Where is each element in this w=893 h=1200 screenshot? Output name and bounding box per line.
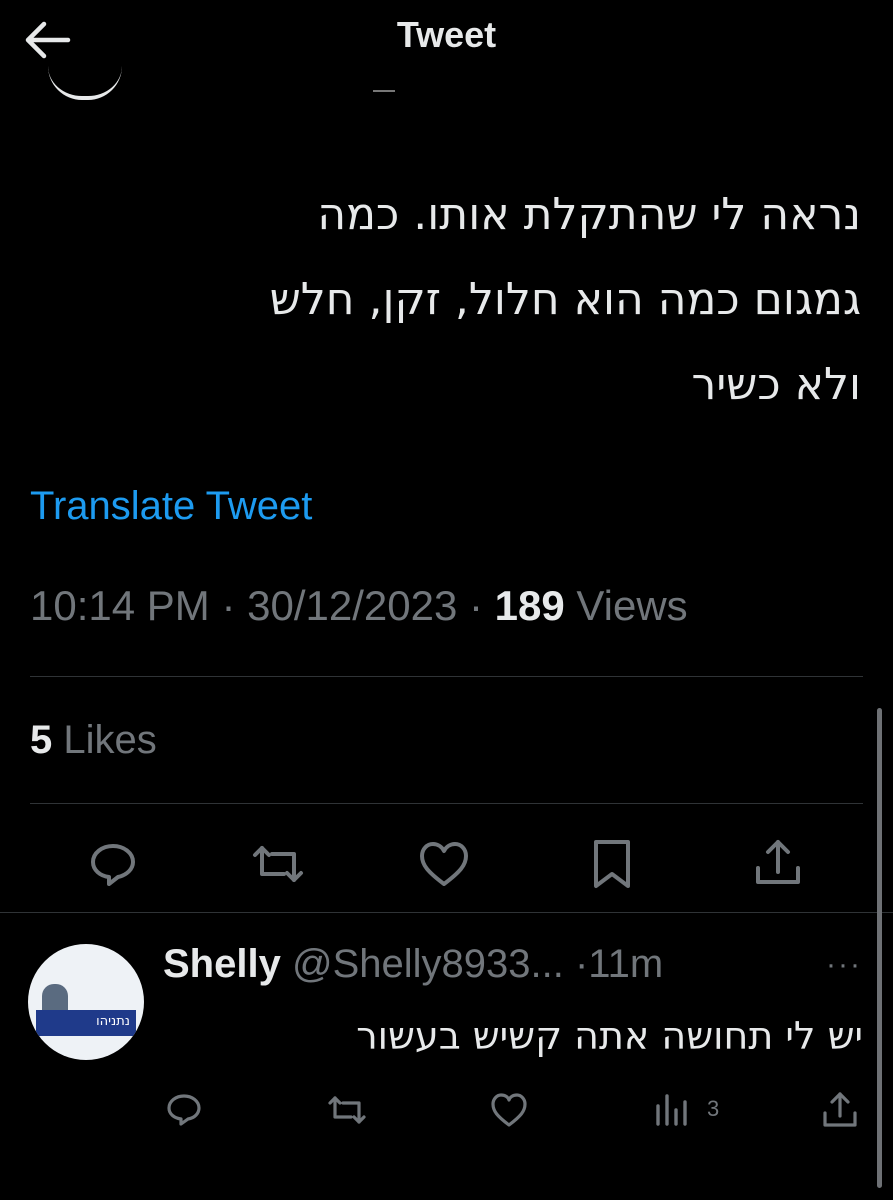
likes-summary[interactable]: 5 Likes [30, 718, 157, 763]
bookmark-icon[interactable] [582, 834, 642, 894]
top-bar: Tweet [0, 0, 893, 88]
share-icon[interactable] [748, 834, 808, 894]
reply-retweet-icon[interactable] [325, 1088, 369, 1132]
page-title: Tweet [396, 14, 497, 55]
reply-header: Shelly @Shelly8933... ·11m [163, 942, 663, 987]
translate-tweet-link[interactable]: Translate Tweet [30, 484, 312, 529]
tweet-line: נראה לי שהתקלת אותו. כמה [317, 189, 861, 240]
divider [373, 90, 395, 92]
tweet-line: גמגום כמה הוא חלול, זקן, חלש [269, 274, 861, 325]
like-heart-icon[interactable] [414, 834, 474, 894]
reply-avatar[interactable]: נתניהו [28, 944, 144, 1060]
tweet-date: 30/12/2023 [247, 582, 458, 629]
separator-dot: · [221, 582, 248, 629]
reply-author-name[interactable]: Shelly [163, 942, 281, 986]
divider [0, 912, 893, 913]
avatar-banner-text: נתניהו [96, 1014, 130, 1029]
reply-time: 11m [588, 942, 664, 986]
reply-icon[interactable] [83, 834, 143, 894]
reply-like-heart-icon[interactable] [487, 1088, 531, 1132]
retweet-icon[interactable] [248, 834, 308, 894]
divider [30, 676, 863, 677]
scrollbar[interactable] [877, 708, 882, 1188]
separator-dot: · [574, 942, 589, 986]
tweet-text: נראה לי שהתקלת אותו. כמה גמגום כמה הוא ח… [41, 172, 861, 427]
avatar-banner: נתניהו [36, 1010, 136, 1036]
reply-share-icon[interactable] [818, 1088, 862, 1132]
reply-views-icon[interactable] [650, 1088, 694, 1132]
likes-count: 5 [30, 718, 53, 762]
tweet-line: ולא כשיר [691, 359, 861, 410]
reply-author-handle[interactable]: @Shelly8933... [292, 942, 564, 986]
reply-views-count: 3 [707, 1096, 720, 1121]
tweet-time: 10:14 PM [30, 582, 210, 629]
more-options-icon[interactable]: ··· [826, 948, 862, 982]
tweet-meta: 10:14 PM · 30/12/2023 · 189 Views [30, 582, 688, 630]
divider [30, 803, 863, 804]
reply-reply-icon[interactable] [162, 1088, 206, 1132]
views-label: Views [576, 582, 688, 629]
reply-text: יש לי תחושה אתה קשיש בעשור [356, 1014, 863, 1058]
separator-dot: · [469, 582, 495, 629]
author-avatar[interactable] [48, 66, 122, 100]
likes-label: Likes [63, 718, 157, 762]
views-count: 189 [494, 582, 565, 629]
